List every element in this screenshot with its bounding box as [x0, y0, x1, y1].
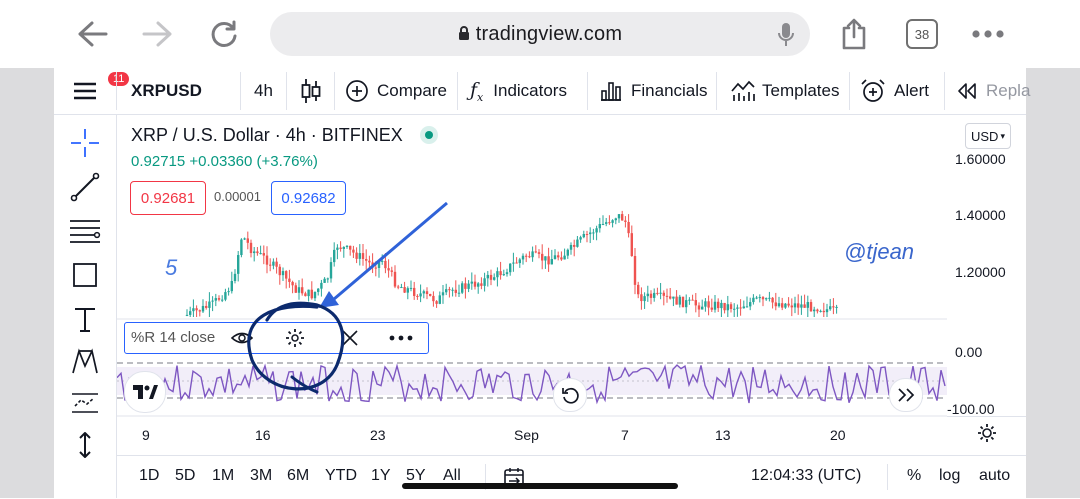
- function-icon: ƒx: [470, 78, 484, 104]
- rectangle-icon[interactable]: [68, 258, 102, 292]
- home-indicator: [402, 483, 678, 489]
- price-label: 1.20000: [955, 264, 1006, 280]
- notification-badge: 11: [108, 72, 130, 86]
- forecast-icon[interactable]: [68, 386, 102, 420]
- replay-button[interactable]: Repla: [956, 68, 1030, 114]
- range-button-5d[interactable]: 5D: [175, 467, 195, 485]
- url-text: tradingview.com: [270, 23, 810, 46]
- price-label: 1.60000: [955, 151, 1006, 167]
- pattern-icon[interactable]: [68, 344, 102, 378]
- url-label: tradingview.com: [475, 23, 623, 45]
- time-label: Sep: [514, 427, 539, 443]
- symbol-search-button[interactable]: XRPUSD: [131, 68, 202, 114]
- indicators-label: Indicators: [493, 81, 567, 100]
- menu-button[interactable]: 11: [72, 68, 130, 114]
- time-label: 9: [142, 427, 150, 443]
- currency-label: USD: [971, 128, 999, 144]
- time-label: 16: [255, 427, 271, 443]
- replay-label: Repla: [986, 81, 1031, 100]
- log-toggle[interactable]: log: [939, 467, 960, 485]
- auto-toggle[interactable]: auto: [979, 467, 1010, 485]
- browser-toolbar: tradingview.com 38: [0, 0, 1080, 68]
- back-icon[interactable]: [72, 14, 112, 54]
- page-margin-left: [0, 68, 54, 498]
- drawing-toolbar: [54, 114, 117, 498]
- templates-button[interactable]: Templates: [730, 68, 839, 114]
- share-icon[interactable]: [834, 14, 874, 54]
- price-scale[interactable]: USD ▾ 1.60000 1.40000 1.20000 0.00 -100.0…: [947, 115, 1026, 455]
- text-icon[interactable]: [68, 302, 102, 336]
- clock-display[interactable]: 12:04:33 (UTC): [751, 467, 861, 485]
- interval-button[interactable]: 4h: [254, 68, 273, 114]
- time-axis[interactable]: 9 16 23 Sep 7 13 20: [117, 425, 947, 455]
- measure-icon[interactable]: [68, 428, 102, 462]
- tradingview-app: 11 XRPUSD 4h Compare ƒx Indicators Finan…: [54, 68, 1030, 499]
- indicator-scale-label: -100.00: [947, 401, 995, 417]
- range-button-1y[interactable]: 1Y: [371, 467, 391, 485]
- time-label: 7: [621, 427, 629, 443]
- tab-count-label: 38: [914, 26, 930, 42]
- bar-chart-icon: [601, 82, 621, 101]
- page-margin-right: [1026, 68, 1080, 498]
- tab-count-button[interactable]: 38: [906, 19, 938, 49]
- bottom-toolbar: 1D 5D 1M 3M 6M YTD 1Y 5Y All 12:04:33 (U…: [117, 455, 1026, 499]
- templates-label: Templates: [762, 81, 840, 100]
- range-button-6m[interactable]: 6M: [287, 467, 309, 485]
- percent-toggle[interactable]: %: [907, 467, 921, 485]
- indicators-button[interactable]: ƒx Indicators: [470, 68, 567, 114]
- chart-type-button[interactable]: [300, 68, 322, 114]
- hand-drawn-annotation: [247, 201, 448, 394]
- plus-circle-icon: [346, 80, 368, 102]
- price-label: 1.40000: [955, 207, 1006, 223]
- time-label: 20: [830, 427, 846, 443]
- financials-button[interactable]: Financials: [599, 68, 708, 114]
- address-bar[interactable]: tradingview.com: [270, 12, 810, 56]
- financials-label: Financials: [631, 81, 708, 100]
- range-button-1d[interactable]: 1D: [139, 467, 159, 485]
- alert-label: Alert: [894, 81, 929, 100]
- range-button-3m[interactable]: 3M: [250, 467, 272, 485]
- range-button-ytd[interactable]: YTD: [325, 467, 357, 485]
- trend-line-icon[interactable]: [68, 170, 102, 204]
- chart-toolbar: 11 XRPUSD 4h Compare ƒx Indicators Finan…: [54, 68, 1030, 115]
- rewind-icon: [958, 83, 976, 99]
- crosshair-icon[interactable]: [68, 126, 102, 160]
- currency-selector[interactable]: USD ▾: [965, 123, 1011, 149]
- time-label: 23: [370, 427, 386, 443]
- reload-icon[interactable]: [204, 14, 244, 54]
- candlestick-icon: [301, 79, 321, 103]
- chevron-down-icon: ▾: [1000, 130, 1005, 141]
- templates-icon: [731, 80, 755, 101]
- range-button-1m[interactable]: 1M: [212, 467, 234, 485]
- alert-button[interactable]: Alert: [860, 68, 929, 114]
- indicator-scale-label: 0.00: [955, 344, 983, 360]
- compare-button[interactable]: Compare: [345, 68, 447, 114]
- fib-retracement-icon[interactable]: [68, 214, 102, 248]
- settings-icon[interactable]: [977, 423, 997, 448]
- chart-pane[interactable]: XRP / U.S. Dollar · 4h · BITFINEX 0.9271…: [117, 115, 947, 455]
- time-label: 13: [715, 427, 731, 443]
- more-options-icon[interactable]: [968, 14, 1008, 54]
- compare-label: Compare: [377, 81, 447, 100]
- lock-icon: [458, 26, 469, 40]
- alarm-clock-icon: [861, 79, 885, 102]
- microphone-icon[interactable]: [778, 22, 794, 53]
- hamburger-icon: [74, 82, 96, 100]
- forward-icon[interactable]: [138, 14, 178, 54]
